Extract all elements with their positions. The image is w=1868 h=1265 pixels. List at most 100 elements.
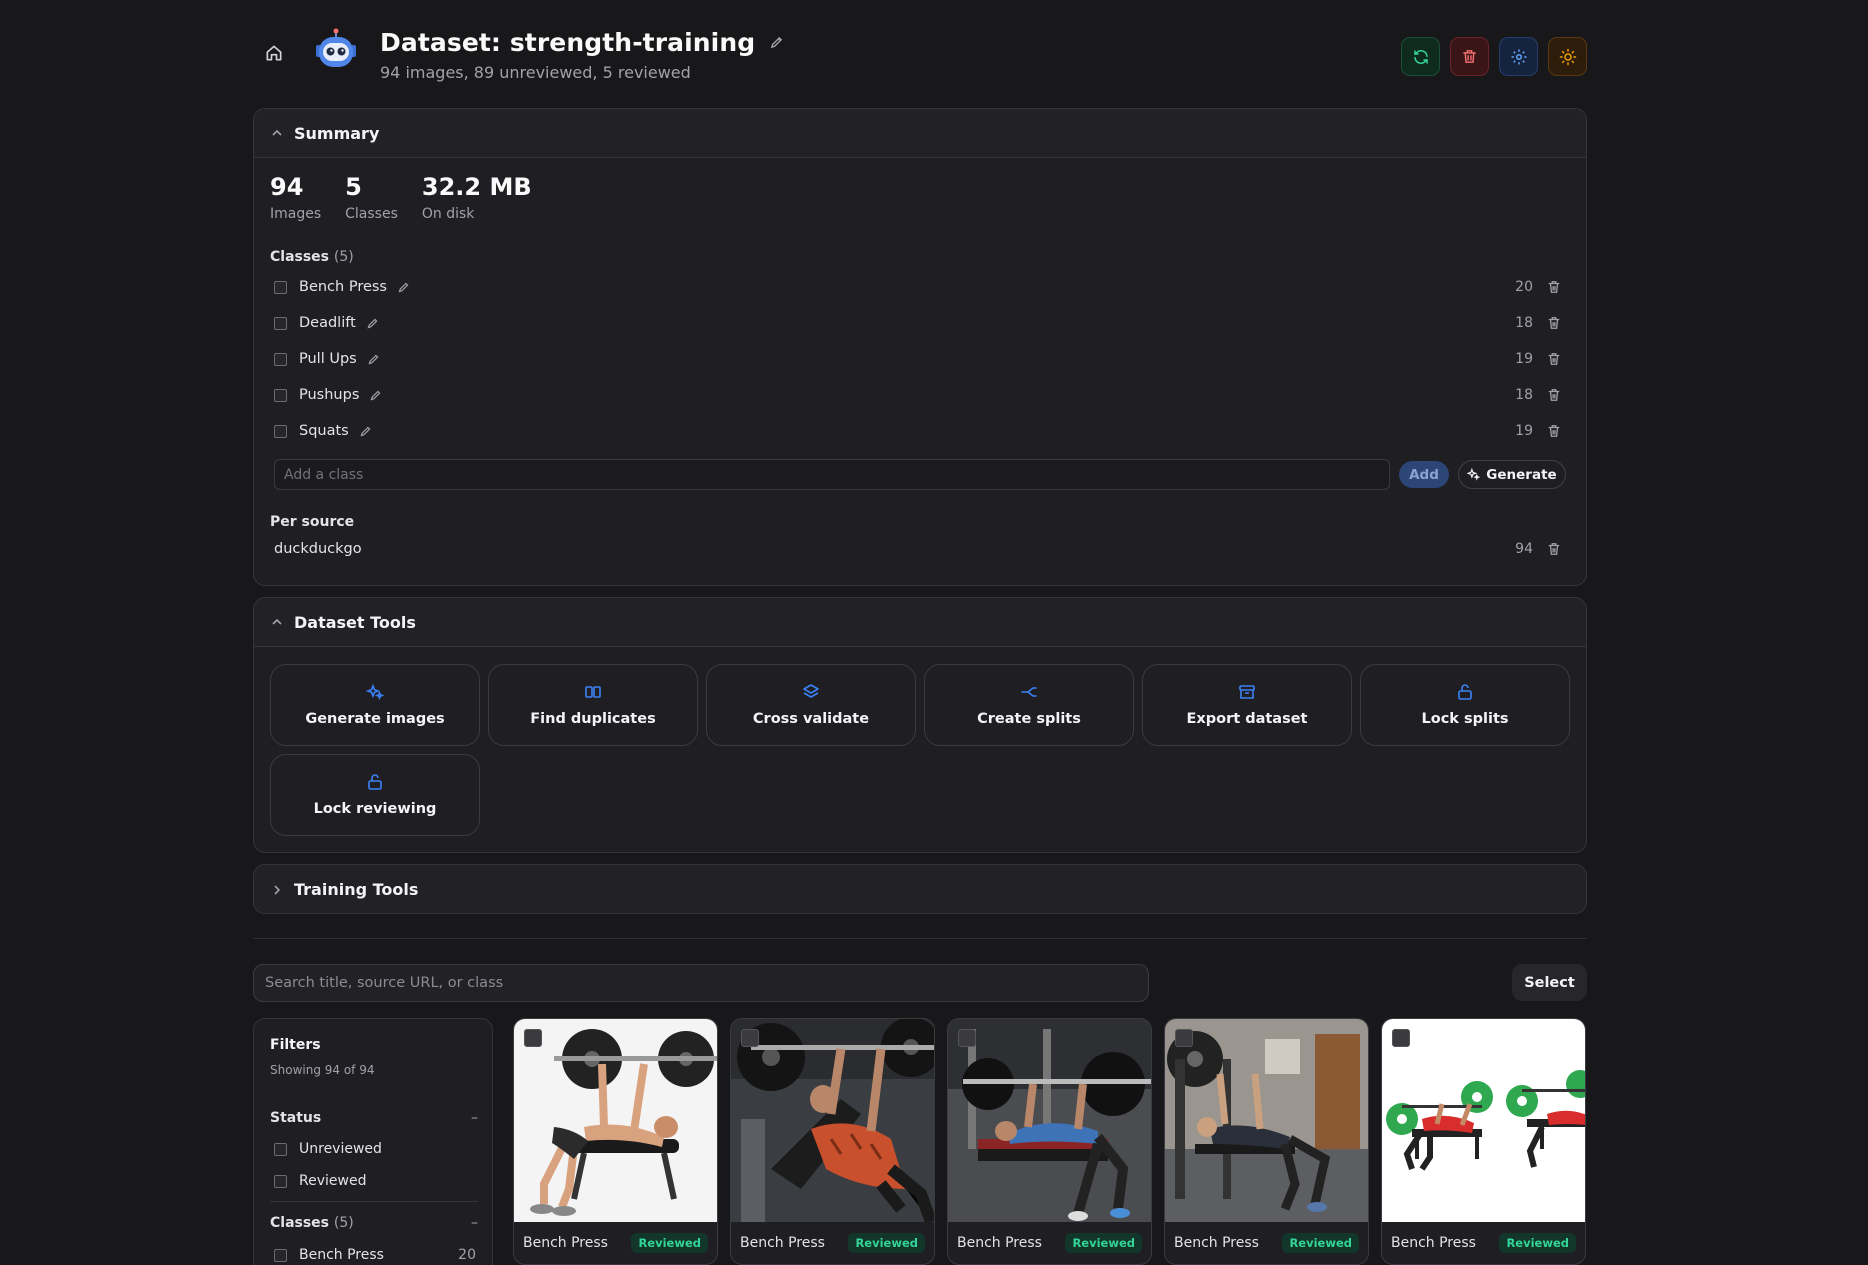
class-row: Pull Ups 19 [274, 341, 1571, 377]
filters-showing: Showing 94 of 94 [270, 1063, 375, 1077]
collapse-icon[interactable]: – [471, 1215, 478, 1231]
filter-option-reviewed[interactable]: Reviewed [274, 1173, 478, 1189]
filter-option-count: 20 [458, 1247, 476, 1263]
lock-splits-button[interactable]: Lock splits [1360, 664, 1570, 746]
home-icon[interactable] [264, 43, 288, 67]
layers-icon [803, 684, 819, 698]
status-filter-heading[interactable]: Status – [270, 1110, 478, 1126]
page-subtitle: 94 images, 89 unreviewed, 5 reviewed [380, 63, 691, 82]
dataset-tools-header[interactable]: Dataset Tools [254, 598, 1586, 647]
theme-toggle-button[interactable] [1548, 37, 1587, 76]
trash-icon[interactable] [1547, 280, 1561, 294]
collapse-icon[interactable]: – [471, 1110, 478, 1126]
tool-label: Export dataset [1186, 711, 1308, 727]
trash-icon[interactable] [1547, 388, 1561, 402]
page: Dataset: strength-training 94 images, 89… [253, 0, 1587, 1265]
stat-label: Images [270, 206, 322, 223]
trash-icon[interactable] [1547, 542, 1561, 556]
cross-validate-button[interactable]: Cross validate [706, 664, 916, 746]
card-label: Bench Press [957, 1235, 1042, 1251]
tool-grid: Generate images Find duplicates Cross va… [270, 664, 1570, 836]
stat-classes: 5 Classes [345, 173, 398, 223]
card-footer: Bench Press Reviewed [731, 1226, 934, 1260]
image-card[interactable]: Bench Press Reviewed [947, 1018, 1152, 1265]
status-heading-text: Status [270, 1110, 322, 1126]
pencil-icon[interactable] [367, 353, 380, 366]
summary-panel-header[interactable]: Summary [254, 109, 1586, 158]
pencil-icon[interactable] [366, 317, 379, 330]
classes-heading-count: (5) [333, 249, 354, 265]
add-class-row: Add Generate [274, 459, 1571, 490]
sun-icon [1559, 48, 1576, 65]
card-checkbox[interactable] [741, 1029, 759, 1047]
card-checkbox[interactable] [1175, 1029, 1193, 1047]
pencil-icon[interactable] [369, 389, 382, 402]
delete-dataset-button[interactable] [1450, 37, 1489, 76]
find-duplicates-button[interactable]: Find duplicates [488, 664, 698, 746]
class-checkbox[interactable] [274, 280, 287, 294]
filter-checkbox[interactable] [274, 1174, 287, 1188]
classes-filter-heading[interactable]: Classes (5) – [270, 1215, 478, 1231]
filter-option-class[interactable]: Bench Press 20 [274, 1247, 478, 1263]
stat-value: 5 [345, 173, 362, 201]
filter-option-label: Bench Press [299, 1247, 384, 1263]
class-name: Bench Press [299, 279, 387, 295]
class-checkbox[interactable] [274, 352, 287, 366]
settings-button[interactable] [1499, 37, 1538, 76]
filter-option-label: Reviewed [299, 1173, 367, 1189]
class-checkbox[interactable] [274, 316, 287, 330]
status-badge: Reviewed [631, 1233, 708, 1253]
image-thumbnail[interactable] [948, 1019, 1151, 1222]
pencil-icon[interactable] [359, 425, 372, 438]
card-checkbox[interactable] [1392, 1029, 1410, 1047]
trash-icon[interactable] [1547, 352, 1561, 366]
search-input[interactable] [253, 964, 1149, 1002]
filter-checkbox[interactable] [274, 1142, 287, 1156]
class-checkbox[interactable] [274, 424, 287, 438]
trash-icon [1463, 50, 1476, 63]
card-checkbox[interactable] [958, 1029, 976, 1047]
generate-images-button[interactable]: Generate images [270, 664, 480, 746]
image-thumbnail[interactable] [514, 1019, 717, 1222]
class-name: Pull Ups [299, 351, 357, 367]
refresh-button[interactable] [1401, 37, 1440, 76]
generate-classes-button[interactable]: Generate [1458, 460, 1566, 489]
image-card[interactable]: Bench Press Reviewed [1164, 1018, 1369, 1265]
image-thumbnail[interactable] [1382, 1019, 1585, 1222]
card-footer: Bench Press Reviewed [514, 1226, 717, 1260]
tool-label: Lock reviewing [313, 801, 437, 817]
filter-option-unreviewed[interactable]: Unreviewed [274, 1141, 478, 1157]
card-checkbox[interactable] [524, 1029, 542, 1047]
card-label: Bench Press [1174, 1235, 1259, 1251]
export-dataset-button[interactable]: Export dataset [1142, 664, 1352, 746]
add-class-button[interactable]: Add [1399, 461, 1449, 488]
image-thumbnail[interactable] [731, 1019, 934, 1222]
title-row: Dataset: strength-training [380, 28, 785, 57]
training-tools-header[interactable]: Training Tools [254, 865, 1586, 913]
class-checkbox[interactable] [274, 388, 287, 402]
add-class-input[interactable] [274, 459, 1390, 490]
section-divider [253, 938, 1587, 939]
image-card[interactable]: Bench Press Reviewed [513, 1018, 718, 1265]
filter-option-label: Unreviewed [299, 1141, 382, 1157]
image-card[interactable]: Bench Press Reviewed [730, 1018, 935, 1265]
robot-logo-icon [313, 28, 359, 74]
card-label: Bench Press [1391, 1235, 1476, 1251]
class-row: Bench Press 20 [274, 269, 1571, 305]
stat-disk: 32.2 MB On disk [422, 174, 532, 223]
class-count: 20 [1515, 279, 1533, 295]
class-count: 19 [1515, 351, 1533, 367]
trash-icon[interactable] [1547, 316, 1561, 330]
filter-checkbox[interactable] [274, 1248, 287, 1262]
pencil-icon[interactable] [769, 35, 785, 51]
image-card[interactable]: Bench Press Reviewed [1381, 1018, 1586, 1265]
select-button[interactable]: Select [1512, 964, 1587, 1001]
trash-icon[interactable] [1547, 424, 1561, 438]
create-splits-button[interactable]: Create splits [924, 664, 1134, 746]
image-thumbnail[interactable] [1165, 1019, 1368, 1222]
lock-reviewing-button[interactable]: Lock reviewing [270, 754, 480, 836]
status-badge: Reviewed [1499, 1233, 1576, 1253]
pencil-icon[interactable] [397, 281, 410, 294]
per-source-heading: Per source [270, 514, 355, 530]
source-row: duckduckgo 94 [274, 531, 1571, 567]
